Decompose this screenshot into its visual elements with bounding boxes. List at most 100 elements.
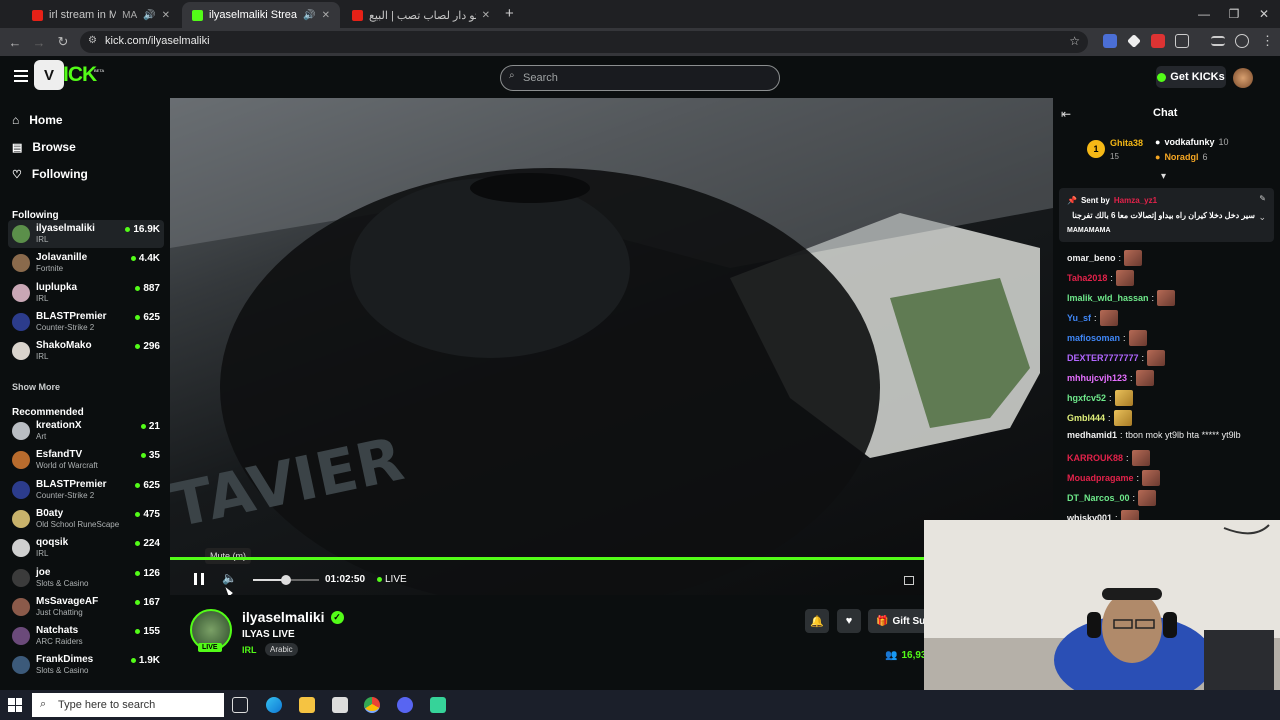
edge-browser-icon[interactable] [266, 697, 282, 713]
gift-sub-button[interactable]: 🎁 Gift Su [868, 609, 928, 633]
chat-username[interactable]: omar_beno [1067, 253, 1116, 263]
sidebar-channel[interactable]: FrankDimes Slots & Casino 1.9K [8, 651, 164, 679]
pinned-sender[interactable]: Hamza_yz1 [1114, 196, 1157, 205]
extensions-puzzle-icon[interactable] [1175, 34, 1189, 48]
extension-red-icon[interactable] [1151, 34, 1165, 48]
chat-username[interactable]: hgxfcv52 [1067, 393, 1106, 403]
browser-tab-3[interactable]: عمر تيستو دار لصاب تصب | البيع ✕ [342, 2, 500, 28]
chat-username[interactable]: Taha2018 [1067, 273, 1107, 283]
chat-username[interactable]: medhamid1 [1067, 430, 1117, 440]
store-icon[interactable] [332, 697, 348, 713]
chat-username[interactable]: mhhujcvjh123 [1067, 373, 1127, 383]
progress-track[interactable] [170, 557, 1053, 560]
channel-name: ilyaselmaliki [36, 223, 95, 234]
chat-username[interactable]: Gmbl444 [1067, 413, 1105, 423]
video-player[interactable]: TAVIER Mute (m) 🔈 01:02:50 LIVE [170, 98, 1053, 595]
chat-username[interactable]: DEXTER7777777 [1067, 353, 1139, 363]
minimize-icon[interactable]: — [1188, 0, 1220, 28]
windows-start-icon[interactable] [8, 698, 22, 712]
viewer-count-value: 167 [143, 596, 160, 608]
chat-username[interactable]: Yu_sf [1067, 313, 1091, 323]
media-control-icon[interactable] [1211, 36, 1225, 46]
hamburger-menu-icon[interactable] [14, 70, 28, 82]
browser-tab-1[interactable]: irl stream in Morocco MA 🔊 ✕ [22, 2, 180, 28]
address-bar[interactable]: ⚙ kick.com/ilyaselmaliki ☆ [80, 31, 1088, 53]
category-link[interactable]: IRL [242, 645, 257, 655]
volume-slider[interactable] [253, 575, 319, 585]
sidebar-channel[interactable]: kreationX Art 21 [8, 417, 164, 445]
chat-username[interactable]: DT_Narcos_00 [1067, 493, 1130, 503]
leader-3[interactable]: ● Noradgl 6 [1155, 152, 1207, 162]
language-tag[interactable]: Arabic [265, 643, 298, 656]
browser-menu-icon[interactable]: ⋮ [1261, 33, 1274, 49]
chat-username[interactable]: Mouadpragame [1067, 473, 1134, 483]
volume-icon[interactable]: 🔈 [222, 571, 237, 585]
expand-leaderboard-icon[interactable]: ▾ [1161, 171, 1166, 182]
nav-home[interactable]: ⌂ Home [12, 113, 63, 127]
gift-icon: ● [1155, 137, 1161, 147]
chevron-down-icon[interactable]: ⌄ [1258, 212, 1266, 223]
back-icon[interactable]: ← [5, 32, 25, 52]
close-window-icon[interactable]: ✕ [1248, 0, 1280, 28]
follow-heart-icon[interactable]: ♥ [837, 609, 861, 633]
sidebar-channel[interactable]: B0aty Old School RuneScape 475 [8, 505, 164, 533]
volume-knob[interactable] [281, 575, 291, 585]
sidebar-channel[interactable]: joe Slots & Casino 126 [8, 564, 164, 592]
live-dot-icon [140, 424, 146, 429]
discord-icon[interactable] [397, 697, 413, 713]
new-tab-button[interactable]: + [505, 5, 514, 22]
search-input[interactable]: ⌕ Search [500, 65, 780, 91]
nav-following[interactable]: ♡ Following [12, 167, 88, 181]
taskbar-search-input[interactable]: ⌕ Type here to search [32, 693, 224, 717]
extension-diamond-icon[interactable] [1127, 34, 1141, 48]
sidebar-channel[interactable]: MsSavageAF Just Chatting 167 [8, 593, 164, 621]
tab-title: عمر تيستو دار لصاب تصب | البيع [369, 9, 476, 22]
kick-logo[interactable]: V ICK BETA [34, 60, 104, 90]
youtube-favicon-icon [32, 9, 43, 21]
channel-name[interactable]: ilyaselmaliki [242, 609, 325, 625]
close-tab-icon[interactable]: ✕ [482, 10, 490, 21]
file-explorer-icon[interactable] [299, 697, 315, 713]
browser-tab-2[interactable]: ilyaselmaliki Stream - Watch 🔊 ✕ [182, 2, 340, 28]
unpin-icon[interactable]: ✎ [1259, 194, 1266, 203]
profile-icon[interactable] [1235, 34, 1249, 48]
reload-icon[interactable]: ↻ [53, 32, 73, 52]
leader-2[interactable]: ● vodkafunky 10 [1155, 137, 1228, 147]
sidebar-channel[interactable]: luplupka IRL 887 [8, 279, 164, 307]
chrome-icon[interactable] [364, 697, 380, 713]
leader-1-name[interactable]: Ghita38 [1110, 138, 1143, 148]
speaker-icon[interactable]: 🔊 [303, 10, 315, 21]
close-tab-icon[interactable]: ✕ [162, 10, 170, 21]
sidebar-channel[interactable]: ShakoMako IRL 296 [8, 337, 164, 365]
chat-username[interactable]: lmalik_wld_hassan [1067, 293, 1149, 303]
site-info-icon[interactable]: ⚙ [88, 35, 97, 46]
chat-username[interactable]: mafiosoman [1067, 333, 1120, 343]
restore-icon[interactable]: ❐ [1218, 0, 1250, 28]
notification-bell-icon[interactable]: 🔔 [805, 609, 829, 633]
close-tab-icon[interactable]: ✕ [322, 10, 330, 21]
get-kicks-button[interactable]: Get KICKs [1156, 66, 1226, 88]
sidebar-channel[interactable]: qoqsik IRL 224 [8, 534, 164, 562]
sidebar-channel[interactable]: BLASTPremier Counter-Strike 2 625 [8, 308, 164, 336]
miniplayer-icon[interactable] [904, 576, 914, 585]
app-icon[interactable] [430, 697, 446, 713]
chat-username[interactable]: KARROUK88 [1067, 453, 1123, 463]
speaker-icon[interactable]: 🔊 [143, 10, 155, 21]
sidebar-channel[interactable]: BLASTPremier Counter-Strike 2 625 [8, 476, 164, 504]
channel-avatar [12, 627, 30, 646]
bookmark-star-icon[interactable]: ☆ [1069, 34, 1080, 48]
forward-icon[interactable]: → [29, 32, 49, 52]
translate-extension-icon[interactable] [1103, 34, 1117, 48]
sidebar-channel[interactable]: Natchats ARC Raiders 155 [8, 622, 164, 650]
sidebar-channel[interactable]: Jolavanille Fortnite 4.4K [8, 249, 164, 277]
sidebar-channel[interactable]: EsfandTV World of Warcraft 35 [8, 446, 164, 474]
viewer-count: 155 [135, 626, 160, 637]
pause-icon[interactable] [194, 573, 204, 585]
nav-browse[interactable]: ▤ Browse [12, 140, 76, 154]
collapse-chat-icon[interactable]: ⇤ [1061, 107, 1071, 121]
sidebar-channel[interactable]: ilyaselmaliki IRL 16.9K [8, 220, 164, 248]
channel-category: Fortnite [36, 264, 64, 274]
user-avatar[interactable] [1233, 68, 1253, 88]
show-more-button[interactable]: Show More [12, 382, 60, 392]
task-view-icon[interactable] [232, 697, 248, 713]
